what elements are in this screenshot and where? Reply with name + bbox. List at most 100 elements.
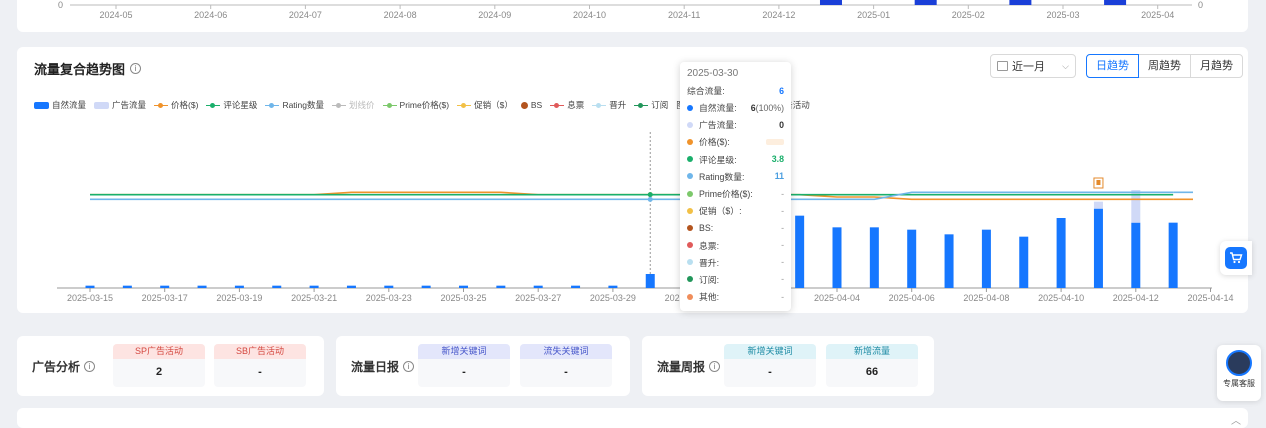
tooltip-row-suffix: (100%) bbox=[755, 102, 784, 113]
series-line bbox=[90, 191, 1174, 201]
tab-daily-trend[interactable]: 日趋势 bbox=[1086, 54, 1139, 78]
top-bar bbox=[1104, 0, 1127, 5]
bar-organic-traffic bbox=[1019, 236, 1029, 288]
top-y-tick-right: 0 bbox=[1198, 0, 1203, 10]
bar-organic-traffic bbox=[421, 285, 431, 288]
tooltip-row-value-wrap: 6(100%) bbox=[751, 103, 784, 113]
bar-organic-traffic bbox=[272, 285, 282, 288]
top-x-tick-label: 2024-05 bbox=[99, 10, 132, 20]
tooltip-row-value bbox=[766, 137, 784, 147]
x-tick-label: 2025-03-25 bbox=[440, 293, 486, 303]
customer-service-button[interactable]: 专属客服 bbox=[1217, 345, 1261, 401]
bar-organic-traffic bbox=[1168, 222, 1178, 288]
tooltip-date: 2025-03-30 bbox=[687, 68, 739, 79]
next-section-card bbox=[17, 408, 1248, 428]
tooltip-row: 促销（$）: - bbox=[687, 202, 784, 219]
traffic-weekly-card: 流量周报 i 新增关键词 - 新增流量 66 bbox=[642, 336, 934, 396]
tooltip-row-value: - bbox=[781, 240, 784, 251]
tooltip-row-dot bbox=[687, 138, 693, 145]
metric-label: 新增流量 bbox=[826, 344, 918, 359]
info-icon[interactable]: i bbox=[403, 361, 415, 372]
metric-label: 新增关键词 bbox=[724, 344, 816, 359]
tooltip-row-label: 价格($): bbox=[699, 137, 730, 148]
chevron-up-icon[interactable]: ︿ bbox=[1228, 412, 1244, 427]
tooltip-row-label: 其他: bbox=[699, 292, 720, 303]
x-tick-label: 2025-04-08 bbox=[963, 293, 1009, 303]
bookmark-icon-inner bbox=[1096, 180, 1101, 185]
tooltip-header-value: 6 bbox=[779, 85, 784, 96]
tooltip-row-label: 晋升: bbox=[699, 257, 720, 268]
tooltip-row: Prime价格($): - bbox=[687, 185, 784, 202]
top-y-tick-left: 0 bbox=[58, 0, 63, 10]
ad-analysis-title-text: 广告分析 bbox=[32, 360, 81, 374]
bar-organic-traffic bbox=[981, 229, 991, 288]
tooltip-row-label: 促销（$）: bbox=[699, 206, 742, 217]
tooltip-row-dot bbox=[687, 173, 693, 180]
top-x-tick-label: 2024-09 bbox=[478, 10, 511, 20]
tooltip-row-dot bbox=[687, 276, 693, 283]
bar-organic-traffic bbox=[832, 227, 842, 288]
bar-organic-traffic bbox=[122, 285, 132, 288]
bar-organic-traffic bbox=[496, 285, 506, 288]
bar-organic-traffic bbox=[533, 285, 543, 288]
tooltip-row-value: - bbox=[781, 188, 784, 199]
top-x-tick-label: 2025-01 bbox=[857, 10, 890, 20]
tooltip-row: 晋升: - bbox=[687, 254, 784, 271]
tooltip-row: 自然流量: 6(100%) bbox=[687, 99, 784, 116]
tooltip-row: BS: - bbox=[687, 219, 784, 236]
tooltip-row-dot bbox=[687, 190, 693, 197]
sb-ad-campaign-metric[interactable]: SB广告活动 - bbox=[214, 344, 306, 387]
tooltip-row-value: 3.8 bbox=[771, 154, 784, 165]
traffic-trend-card: 流量复合趋势图 i 近一月 ⌵ 日趋势 周趋势 月趋势 自然流量 广告流量 价格($… bbox=[17, 47, 1248, 313]
tooltip-row-label: Prime价格($): bbox=[699, 189, 753, 200]
tooltip-row-label: 广告流量: bbox=[699, 120, 737, 131]
daily-new-keywords-metric[interactable]: 新增关键词 - bbox=[418, 344, 510, 387]
bar-organic-traffic bbox=[608, 285, 618, 288]
tooltip-row-label: 自然流量: bbox=[699, 103, 737, 114]
traffic-weekly-title: 流量周报 i bbox=[657, 358, 721, 375]
metric-value: 2 bbox=[155, 366, 163, 378]
x-tick-label: 2025-04-14 bbox=[1187, 293, 1233, 303]
x-tick-label: 2025-03-17 bbox=[142, 293, 188, 303]
weekly-new-traffic-metric[interactable]: 新增流量 66 bbox=[826, 344, 918, 387]
top-x-tick-label: 2024-10 bbox=[573, 10, 606, 20]
tooltip-row: 息票: - bbox=[687, 237, 784, 254]
sp-ad-campaign-metric[interactable]: SP广告活动 2 bbox=[113, 344, 205, 387]
x-tick-label: 2025-03-19 bbox=[216, 293, 262, 303]
metric-label: 流失关键词 bbox=[520, 344, 612, 359]
bar-organic-traffic bbox=[1131, 222, 1141, 288]
metric-value: 66 bbox=[865, 366, 879, 378]
traffic-daily-card: 流量日报 i 新增关键词 - 流失关键词 - bbox=[336, 336, 630, 396]
x-tick-label: 2025-03-23 bbox=[366, 293, 412, 303]
top-x-tick-label: 2025-03 bbox=[1046, 10, 1079, 20]
tooltip-row-dot bbox=[687, 259, 693, 266]
top-x-tick-label: 2025-02 bbox=[952, 10, 985, 20]
weekly-new-keywords-metric[interactable]: 新增关键词 - bbox=[724, 344, 816, 387]
tooltip-row-dot bbox=[687, 156, 693, 163]
bar-organic-traffic bbox=[197, 285, 207, 288]
tooltip-row: 评论星级: 3.8 bbox=[687, 151, 784, 168]
tooltip-row-value: 11 bbox=[774, 171, 784, 182]
cart-icon bbox=[1225, 247, 1247, 269]
bar-organic-traffic bbox=[459, 285, 468, 288]
top-x-tick-label: 2024-08 bbox=[384, 10, 417, 20]
tooltip-rows: 自然流量: 6(100%) 广告流量: 0 价格($): 评论星级: 3.8 Rating数量… bbox=[687, 99, 784, 305]
tooltip-row-dot bbox=[687, 104, 693, 111]
bar-organic-traffic bbox=[1093, 208, 1103, 288]
customer-service-avatar bbox=[1226, 350, 1252, 376]
tooltip-row-value: 0 bbox=[779, 119, 784, 130]
info-icon[interactable]: i bbox=[84, 361, 96, 372]
tooltip-row-label: 订阅: bbox=[699, 274, 720, 285]
trend-chart[interactable]: 2025-03-15 2025-03-17 2025-03-19 2025-03-21… bbox=[17, 47, 1248, 313]
tooltip-row-label: BS: bbox=[699, 222, 714, 233]
tooltip-row: 广告流量: 0 bbox=[687, 116, 784, 133]
tooltip-row-label: Rating数量: bbox=[699, 171, 745, 182]
metric-label: SB广告活动 bbox=[214, 344, 306, 359]
daily-lost-keywords-metric[interactable]: 流失关键词 - bbox=[520, 344, 612, 387]
info-icon[interactable]: i bbox=[709, 361, 721, 372]
x-tick-label: 2025-04-04 bbox=[814, 293, 860, 303]
bar-organic-traffic bbox=[869, 227, 879, 288]
floating-cart-button[interactable] bbox=[1220, 241, 1252, 275]
bar-organic-traffic bbox=[944, 234, 954, 288]
x-tick-label: 2025-04-10 bbox=[1038, 293, 1084, 303]
